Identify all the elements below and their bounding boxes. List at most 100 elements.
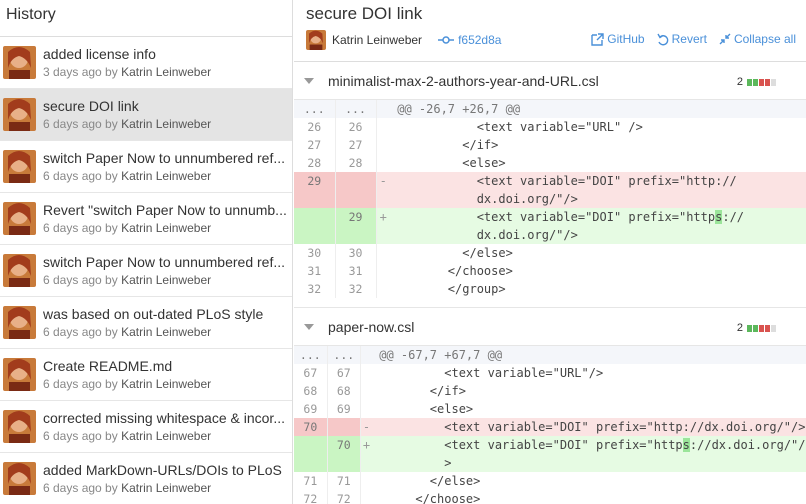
diff-sign	[360, 490, 372, 504]
new-line-number: 27	[335, 136, 377, 154]
commit-time: 6 days ago	[43, 169, 106, 183]
commit-list-item[interactable]: Create README.md 6 days ago by Katrin Lei…	[0, 349, 292, 401]
commit-list-item[interactable]: was based on out-dated PLoS style 6 days …	[0, 297, 292, 349]
new-line-number: 72	[327, 490, 361, 504]
commit-time: 6 days ago	[43, 221, 106, 235]
diffstat-block	[765, 78, 770, 86]
commit-list-item[interactable]: added license info 3 days ago by Katrin L…	[0, 37, 292, 89]
history-sidebar: History added license info 3 days ago by …	[0, 0, 293, 504]
github-button[interactable]: GitHub	[591, 32, 645, 46]
diff-code: </if>	[390, 138, 499, 152]
avatar	[306, 30, 326, 50]
avatar	[3, 306, 36, 339]
diff-line: >	[294, 454, 806, 472]
diffstat-block	[759, 78, 764, 86]
commit-time: 3 days ago	[43, 65, 106, 79]
new-line-number: 29	[335, 208, 377, 226]
commit-by: by	[105, 221, 122, 235]
commit-list-title: corrected missing whitespace & incor...	[43, 410, 285, 426]
commit-by: by	[105, 65, 122, 79]
old-line-number: 68	[294, 382, 328, 400]
commit-list-author: Katrin Leinweber	[121, 273, 212, 287]
diff-line: 68 68 </if>	[294, 382, 806, 400]
commit-time: 6 days ago	[43, 481, 106, 495]
new-line-number	[335, 226, 377, 244]
diff-code: <text variable="DOI" prefix="http://	[390, 172, 806, 190]
diff-sign	[360, 382, 372, 400]
hunk-range: @@ -26,7 +26,7 @@	[390, 100, 806, 118]
commit-list-title: Revert "switch Paper Now to unnumb...	[43, 202, 287, 218]
commit-list-item[interactable]: added MarkDown-URLs/DOIs to PLoS 6 days a…	[0, 453, 292, 504]
commit-list-meta: 3 days ago by Katrin Leinweber	[43, 65, 211, 79]
commit-list-author: Katrin Leinweber	[121, 429, 212, 443]
diff-code: <text variable="URL" />	[390, 120, 643, 134]
commit-list-item[interactable]: Revert "switch Paper Now to unnumb... 6 d…	[0, 193, 292, 245]
commit-list-title: added MarkDown-URLs/DOIs to PLoS	[43, 462, 282, 478]
diff-sign: +	[360, 436, 372, 454]
code-text: ://	[722, 210, 745, 224]
avatar	[3, 254, 36, 287]
commit-list-meta: 6 days ago by Katrin Leinweber	[43, 169, 211, 183]
diff-code: >	[372, 454, 806, 472]
chevron-down-icon[interactable]	[304, 323, 314, 330]
old-line-number	[294, 190, 336, 208]
avatar	[3, 202, 36, 235]
diff-code: dx.doi.org/"/>	[390, 190, 806, 208]
commit-by: by	[105, 481, 122, 495]
diff-line: 26 26 <text variable="URL" />	[294, 118, 806, 136]
commit-sha-link[interactable]: f652d8a	[438, 33, 501, 47]
diff-line: 70 + <text variable="DOI" prefix="https:/…	[294, 436, 806, 454]
file-header[interactable]: paper-now.csl 2	[294, 308, 806, 346]
diff-line: dx.doi.org/"/>	[294, 226, 806, 244]
diff-code: </group>	[390, 282, 506, 296]
file-header[interactable]: minimalist-max-2-authors-year-and-URL.cs…	[294, 62, 806, 100]
diffstat-block	[771, 78, 776, 86]
commit-list: added license info 3 days ago by Katrin L…	[0, 37, 292, 504]
old-line-number: 71	[294, 472, 328, 490]
commit-list-item[interactable]: switch Paper Now to unnumbered ref... 6 d…	[0, 141, 292, 193]
commit-list-author: Katrin Leinweber	[121, 169, 212, 183]
chevron-down-icon[interactable]	[304, 77, 314, 84]
diffstat-block	[765, 324, 770, 332]
commit-by: by	[105, 325, 122, 339]
commit-list-title: was based on out-dated PLoS style	[43, 306, 264, 322]
commit-list-item[interactable]: corrected missing whitespace & incor... 6…	[0, 401, 292, 453]
diffstat-block	[771, 324, 776, 332]
revert-button[interactable]: Revert	[657, 32, 707, 46]
new-line-number: 68	[327, 382, 361, 400]
diff-line: 70 - <text variable="DOI" prefix="http://…	[294, 418, 806, 436]
code-highlight: s	[682, 438, 690, 452]
diff-sign	[360, 364, 372, 382]
collapse-all-button[interactable]: Collapse all	[719, 32, 796, 46]
file-name: paper-now.csl	[328, 318, 415, 335]
hunk-range: @@ -67,7 +67,7 @@	[372, 346, 806, 364]
old-line-number: 26	[294, 118, 336, 136]
file-separator	[294, 298, 806, 308]
avatar	[3, 358, 36, 391]
commit-list-item[interactable]: switch Paper Now to unnumbered ref... 6 d…	[0, 245, 292, 297]
diff-sign	[376, 244, 390, 262]
diff-sign	[376, 154, 390, 172]
commit-header: secure DOI link Katrin Leinweber f652d8a…	[294, 0, 806, 62]
diff-code: <else>	[390, 156, 506, 170]
commit-list-item[interactable]: secure DOI link 6 days ago by Katrin Lein…	[0, 89, 292, 141]
diff-line: 32 32 </group>	[294, 280, 806, 298]
diff-table: ...... @@ -26,7 +26,7 @@ 26 26 <text varia…	[294, 100, 806, 298]
commit-list-title: added license info	[43, 46, 156, 62]
diff-sign	[376, 190, 390, 208]
commit-by: by	[105, 429, 122, 443]
diff-sign: -	[376, 172, 390, 190]
old-line-number: 70	[294, 418, 328, 436]
code-text: ://dx.doi.org/"/	[689, 438, 806, 452]
diffstat-block	[747, 324, 752, 332]
old-line-number: 69	[294, 400, 328, 418]
new-line-number: 30	[335, 244, 377, 262]
diff-sign	[360, 400, 372, 418]
commit-sha[interactable]: f652d8a	[458, 33, 501, 47]
diff-code: <text variable="DOI" prefix="https://	[390, 208, 806, 226]
diffstat: 2	[737, 322, 776, 334]
diff-code: <text variable="DOI" prefix="http://dx.d…	[372, 418, 806, 436]
new-line-number: 69	[327, 400, 361, 418]
diff-sign	[360, 454, 372, 472]
code-text: <text variable="DOI" prefix="http	[372, 438, 683, 452]
